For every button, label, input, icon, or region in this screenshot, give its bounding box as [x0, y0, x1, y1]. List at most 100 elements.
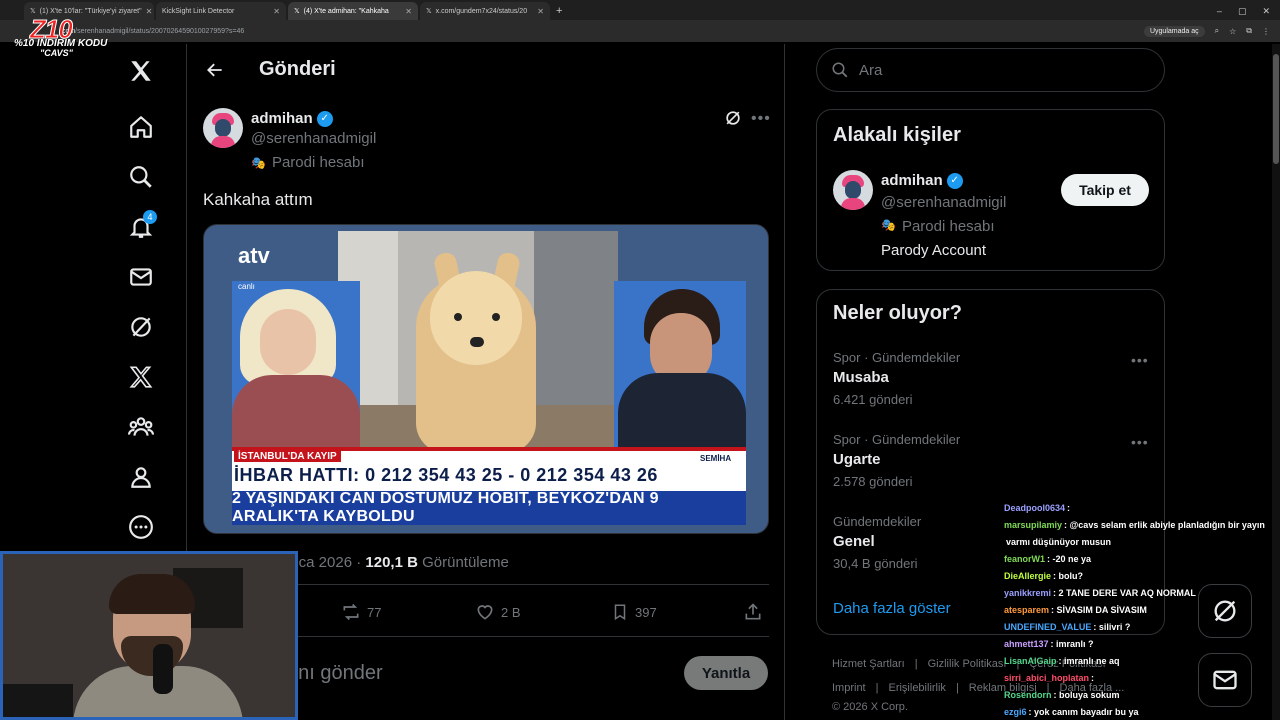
trend-item[interactable]: Spor · Gündemdekiler Ugarte 2.578 gönder… — [833, 432, 960, 489]
browser-tab[interactable]: KickSight Link Detector ✕ — [156, 2, 286, 20]
close-icon[interactable]: ✕ — [537, 7, 544, 16]
more-options-icon[interactable]: ••• — [751, 110, 771, 128]
related-avatar[interactable] — [833, 170, 873, 210]
close-icon[interactable]: ✕ — [405, 7, 412, 16]
chat-username[interactable]: sirri_abici_hoplatan — [1004, 673, 1089, 683]
chat-text: : yok canım bayadır bu ya — [1028, 707, 1139, 717]
premium-x-icon[interactable] — [116, 352, 166, 402]
chat-username[interactable]: ahmett137 — [1004, 639, 1049, 649]
maximize-icon[interactable]: ▢ — [1238, 6, 1247, 17]
chat-username[interactable]: feanorW1 — [1004, 554, 1045, 564]
author-avatar[interactable] — [203, 108, 243, 148]
hotline-text: İHBAR HATTI: 0 212 354 43 25 - 0 212 354… — [234, 465, 658, 485]
grok-icon[interactable] — [723, 108, 743, 133]
trend-more-icon[interactable]: ••• — [1131, 434, 1149, 450]
chat-text: : silivri ? — [1093, 622, 1131, 632]
chat-username[interactable]: DieAllergie — [1004, 571, 1051, 581]
retweet-button[interactable]: 77 — [341, 602, 381, 622]
reply-button[interactable]: Yanıtla — [684, 656, 768, 690]
chat-username[interactable]: ezgi6 — [1004, 707, 1027, 717]
post-header: Gönderi — [187, 44, 786, 96]
verified-badge-icon: ✓ — [946, 172, 963, 189]
browser-tab-active[interactable]: 𝕏 (4) X'te admihan: "Kahkaha ✕ — [288, 2, 418, 20]
profile-icon[interactable] — [116, 452, 166, 502]
grok-floating-button[interactable] — [1198, 584, 1252, 638]
like-button[interactable]: 2 B — [475, 602, 521, 622]
chat-text: : imranlı ne aq — [1058, 656, 1120, 666]
zoom-icon[interactable]: ⌕ — [1215, 26, 1219, 36]
show-more-link[interactable]: Daha fazla göster — [833, 600, 951, 617]
heart-icon — [477, 605, 493, 620]
related-name[interactable]: admihan ✓ — [881, 172, 963, 189]
browser-tabbar: 𝕏 (1) X'te 10'lar: "Türkiye'yi ziyaret" … — [0, 0, 1280, 20]
address-bar[interactable]: .com/serenhanadmigil/status/200702645901… — [0, 20, 1280, 42]
location-tag: İSTANBUL'DA KAYIP — [234, 451, 341, 462]
parody-mask-icon: 🎭 — [881, 218, 896, 232]
footer-link[interactable]: Hizmet Şartları — [832, 658, 905, 670]
follow-button[interactable]: Takip et — [1061, 174, 1149, 206]
home-icon[interactable] — [116, 102, 166, 152]
close-icon[interactable]: ✕ — [146, 7, 153, 16]
copyright: © 2026 X Corp. — [832, 701, 908, 713]
close-window-icon[interactable]: ✕ — [1262, 6, 1270, 17]
browser-tab[interactable]: 𝕏 x.com/gundem7x24/status/20 ✕ — [420, 2, 550, 20]
notifications-bell-icon[interactable]: 4 — [116, 202, 166, 252]
chat-username[interactable]: UNDEFINED_VALUE — [1004, 622, 1091, 632]
grok-icon[interactable] — [116, 302, 166, 352]
messages-icon[interactable] — [116, 252, 166, 302]
chat-username[interactable]: Rosendorn — [1004, 690, 1052, 700]
x-icon: 𝕏 — [294, 8, 300, 15]
post-image[interactable]: atv canlı İSTANBUL'DA KAYIP İHBAR HATTI: … — [203, 224, 769, 534]
author-handle[interactable]: @serenhanadmigil — [251, 130, 376, 147]
communities-icon[interactable] — [116, 402, 166, 452]
window-controls: – ▢ ✕ — [1217, 2, 1280, 20]
minimize-icon[interactable]: – — [1217, 6, 1222, 16]
chat-username[interactable]: yanikkremi — [1004, 588, 1051, 598]
chat-text: : boluya sokum — [1053, 690, 1120, 700]
chat-username[interactable]: LisanAlGaip — [1004, 656, 1057, 666]
footer-link[interactable]: Erişilebilirlik — [888, 682, 945, 694]
chat-username[interactable]: marsupilamiy — [1004, 520, 1062, 530]
chat-message: DieAllergie: bolu? — [1004, 568, 1280, 585]
notification-count-badge: 4 — [143, 210, 157, 224]
chat-username[interactable]: Deadpool0634 — [1004, 503, 1065, 513]
open-in-app-button[interactable]: Uygulamada aç — [1143, 25, 1205, 37]
bookmark-icon — [614, 604, 626, 621]
search-input[interactable]: Ara — [816, 48, 1165, 92]
back-arrow-icon[interactable] — [205, 60, 225, 85]
author-name[interactable]: admihan ✓ — [251, 110, 333, 127]
chat-text: : — [1091, 673, 1095, 683]
star-icon[interactable]: ☆ — [1229, 27, 1236, 36]
share-icon — [745, 603, 761, 620]
close-icon[interactable]: ✕ — [273, 7, 280, 16]
trend-more-icon[interactable]: ••• — [1131, 352, 1149, 368]
browser-extensions: Uygulamada aç ⌕ ☆ ⧉ ⋮ — [1143, 25, 1280, 37]
extensions-icon[interactable]: ⧉ — [1246, 26, 1252, 36]
search-icon[interactable] — [116, 152, 166, 202]
verified-badge-icon: ✓ — [316, 110, 333, 127]
trend-item[interactable]: Spor · Gündemdekiler Musaba 6.421 gönder… — [833, 350, 960, 407]
x-logo-icon[interactable] — [116, 46, 166, 96]
bookmark-button[interactable]: 397 — [611, 602, 657, 622]
chat-text: : — [1067, 503, 1071, 513]
new-tab-button[interactable]: + — [556, 2, 562, 20]
x-icon: 𝕏 — [426, 8, 432, 15]
menu-icon[interactable]: ⋮ — [1262, 27, 1270, 36]
page-title: Gönderi — [259, 58, 336, 80]
more-options-icon[interactable] — [116, 502, 166, 552]
messages-floating-button[interactable] — [1198, 653, 1252, 707]
webcam-overlay — [0, 551, 298, 720]
footer-link[interactable]: Imprint — [832, 682, 866, 694]
share-button[interactable] — [743, 602, 763, 622]
trend-item[interactable]: Gündemdekiler Genel 30,4 B gönderi — [833, 514, 921, 571]
related-handle[interactable]: @serenhanadmigil — [881, 194, 1006, 211]
chat-text: : -20 ne ya — [1047, 554, 1092, 564]
retweet-icon — [343, 603, 359, 621]
chat-username[interactable]: atesparem — [1004, 605, 1049, 615]
footer-link[interactable]: Gizlilik Politikası — [928, 658, 1007, 670]
chat-message: feanorW1: -20 ne ya — [1004, 551, 1280, 568]
related-people-card: Alakalı kişiler admihan ✓ @serenhanadmig… — [816, 109, 1165, 271]
tv-caption: 2 YAŞINDAKİ CAN DOSTUMUZ HOBİT, BEYKOZ'D… — [232, 490, 746, 525]
reply-input[interactable]: tını gönder — [287, 662, 383, 685]
chat-text: : imranlı ? — [1050, 639, 1094, 649]
